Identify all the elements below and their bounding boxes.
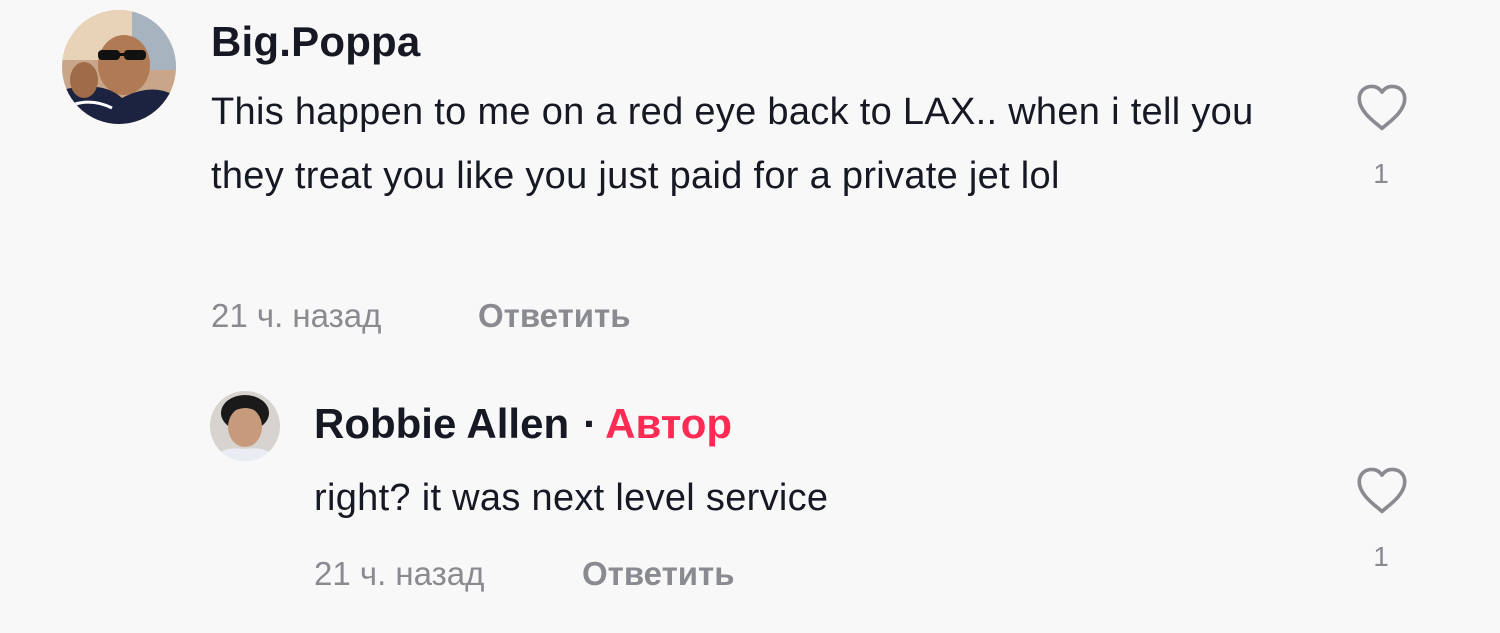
comment-timestamp: 21 ч. назад bbox=[211, 297, 382, 334]
reply-header: Robbie Allen · Автор bbox=[314, 400, 732, 448]
user-avatar-image bbox=[62, 10, 176, 124]
reply-button[interactable]: Ответить bbox=[582, 555, 735, 593]
author-badge: Автор bbox=[605, 400, 733, 447]
like-count: 1 bbox=[1373, 158, 1389, 189]
reply-timestamp: 21 ч. назад bbox=[314, 555, 485, 592]
comment-text: This happen to me on a red eye back to L… bbox=[211, 91, 1254, 197]
reply-text: right? it was next level service bbox=[314, 477, 829, 519]
like-button[interactable] bbox=[1354, 466, 1410, 516]
like-count: 1 bbox=[1373, 541, 1389, 572]
comment-username[interactable]: Big.Poppa bbox=[211, 18, 420, 66]
avatar[interactable] bbox=[62, 10, 176, 124]
reply-username[interactable]: Robbie Allen bbox=[314, 400, 569, 447]
like-button[interactable] bbox=[1354, 83, 1410, 133]
avatar[interactable] bbox=[210, 391, 280, 461]
heart-outline-icon bbox=[1357, 84, 1407, 131]
reply-button[interactable]: Ответить bbox=[478, 297, 631, 335]
separator-dot: · bbox=[583, 400, 598, 447]
heart-outline-icon bbox=[1357, 467, 1407, 514]
user-avatar-image bbox=[210, 391, 280, 461]
